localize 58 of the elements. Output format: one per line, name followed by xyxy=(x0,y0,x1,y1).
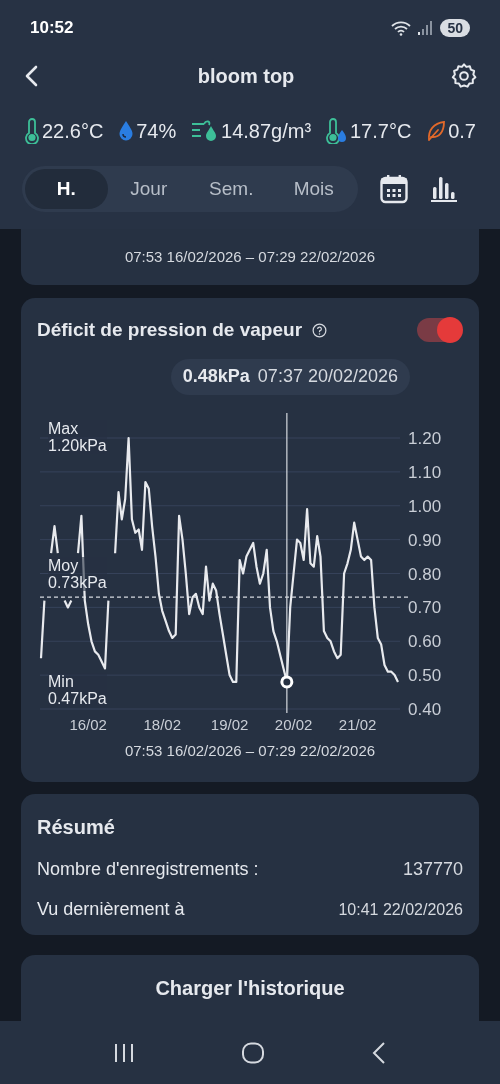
reading-value: 17.7°C xyxy=(349,119,412,144)
axis-label: 20/02 xyxy=(274,715,313,733)
axis-label: 21/02 xyxy=(338,715,377,733)
settings-icon[interactable] xyxy=(450,62,478,90)
home-icon[interactable] xyxy=(241,1041,265,1064)
help-icon[interactable] xyxy=(312,322,328,338)
tooltip-time: 07:37 20/02/2026 xyxy=(257,365,398,388)
cursor-marker[interactable] xyxy=(280,411,294,714)
axis-label: 0.80 xyxy=(408,564,442,583)
calendar-icon[interactable] xyxy=(380,174,408,204)
axis-label: 19/02 xyxy=(210,715,249,733)
summary-label: Vu dernièrement à xyxy=(37,898,185,921)
summary-label: Nombre d'enregistrements : xyxy=(37,858,259,881)
recent-apps-icon[interactable] xyxy=(113,1042,135,1063)
page-title: bloom top xyxy=(197,64,295,89)
summary-value: 137770 xyxy=(402,858,463,881)
period-tab[interactable]: H. xyxy=(25,169,108,209)
axis-label: 1.00 xyxy=(408,496,442,516)
reading-value: 0.7 xyxy=(448,119,476,144)
card-title: Déficit de pression de vapeur xyxy=(37,318,303,342)
tooltip-value: 0.48kPa xyxy=(182,365,250,388)
axis-label: 0.90 xyxy=(408,530,442,550)
status-time: 10:52 xyxy=(30,17,74,40)
leaf-icon xyxy=(426,120,447,142)
stat-value: 1.20kPa xyxy=(48,436,107,454)
card-title: Résumé xyxy=(37,815,116,840)
axis-label: 0.60 xyxy=(408,631,442,651)
thermometer-drop-icon xyxy=(325,118,348,144)
axis-label: 0.50 xyxy=(408,665,442,685)
wifi-icon xyxy=(390,20,413,36)
period-tab[interactable]: Sem. xyxy=(190,169,273,209)
axis-label: 0.70 xyxy=(408,597,442,617)
toggle-switch[interactable] xyxy=(417,318,461,343)
period-tab[interactable]: Jour xyxy=(107,169,190,209)
reading-value: 14.87g/m³ xyxy=(221,119,312,144)
stat-label: Max xyxy=(48,419,80,437)
stat-value: 0.73kPa xyxy=(48,573,107,591)
reading-value: 74% xyxy=(136,119,177,144)
reading-value: 22.6°C xyxy=(42,119,104,144)
battery-indicator: 50 xyxy=(440,19,470,37)
summary-value: 10:41 22/02/2026 xyxy=(338,899,463,920)
axis-label: 1.20 xyxy=(408,428,442,448)
axis-label: 0.40 xyxy=(408,699,442,719)
signal-icon xyxy=(418,21,435,35)
back-icon[interactable] xyxy=(371,1040,387,1065)
load-history-button[interactable]: Charger l'historique xyxy=(21,955,479,1021)
bar-chart-icon[interactable] xyxy=(430,175,458,203)
stat-label: Min xyxy=(48,672,75,690)
stat-value: 0.47kPa xyxy=(48,689,107,707)
thermometer-icon xyxy=(24,118,40,144)
date-range: 07:53 16/02/2026 – 07:29 22/02/2026 xyxy=(124,246,376,267)
axis-label: 16/02 xyxy=(69,715,107,733)
date-range: 07:53 16/02/2026 – 07:29 22/02/2026 xyxy=(124,740,376,761)
stat-label: Moy xyxy=(48,556,80,574)
period-tab[interactable]: Mois xyxy=(272,169,355,209)
axis-label: 18/02 xyxy=(143,715,181,733)
water-drop-icon xyxy=(118,120,135,142)
axis-label: 1.10 xyxy=(408,462,442,482)
